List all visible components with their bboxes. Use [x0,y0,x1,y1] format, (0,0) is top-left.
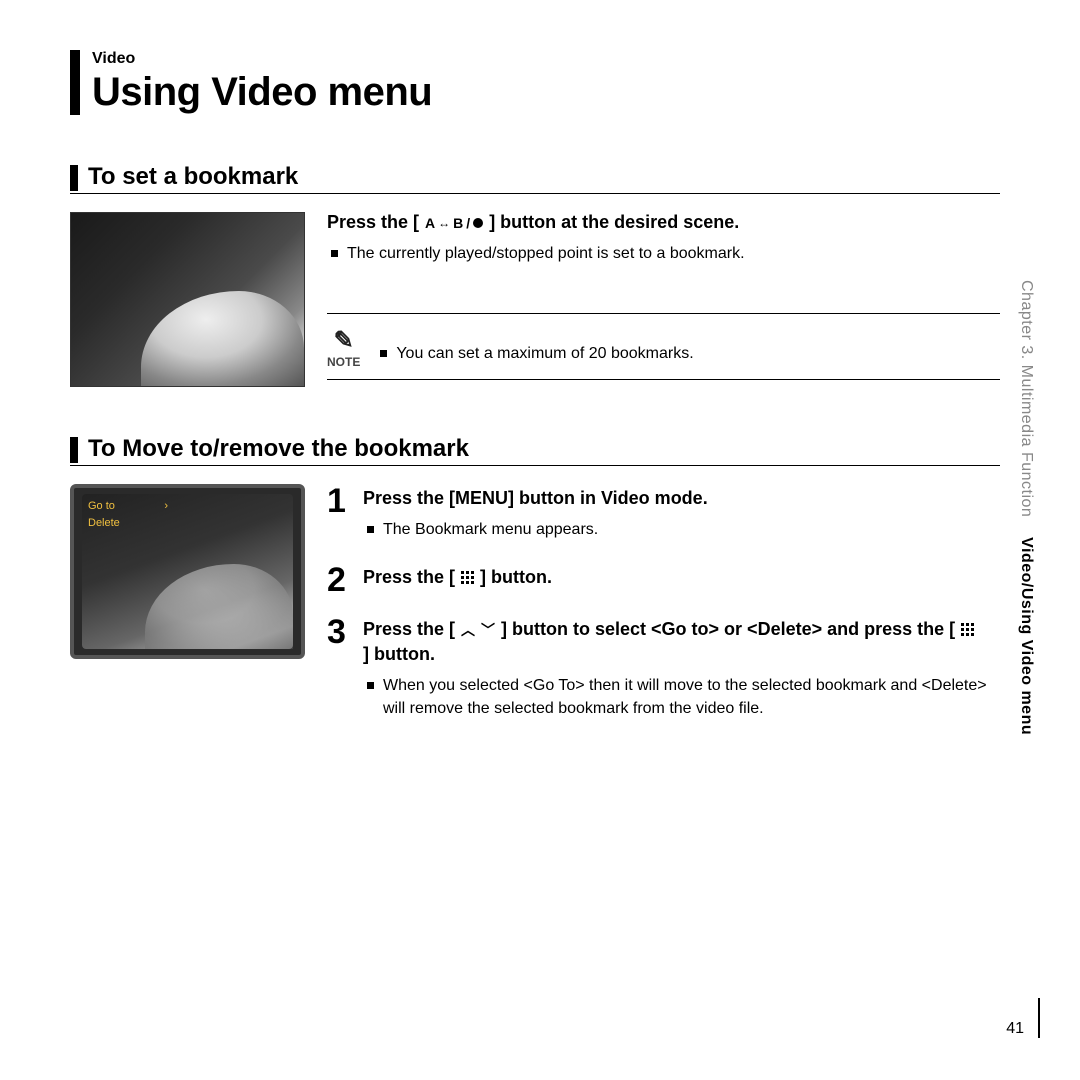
step-3: 3 Press the [ ︿ ﹀ ] button to select <Go… [327,615,1000,724]
instruction-text: Press the [MENU] button in Video mode. [363,488,1000,509]
bookmark-thumbnail [70,212,305,387]
text-fragment: Press the [ [363,619,455,640]
icon-slash: / [466,215,470,231]
step-number: 3 [327,615,351,724]
text-fragment: ] button. [363,644,435,665]
steps-list: 1 Press the [MENU] button in Video mode.… [327,484,1000,742]
chevron-right-icon: › [164,498,168,515]
text-fragment: Press the [ [363,567,455,588]
page-bar [1038,998,1040,1038]
side-tab: Chapter 3. Multimedia Function Video/Usi… [1012,280,1040,920]
menu-goto: Go to [88,498,115,515]
bullet-list: When you selected <Go To> then it will m… [363,675,1000,720]
page-header: Video Using Video menu [70,50,1000,115]
note-box: ✎ NOTE You can set a maximum of 20 bookm… [327,313,1000,380]
text-fragment: ] button at the desired scene. [489,212,739,233]
bullet-item: When you selected <Go To> then it will m… [363,675,1000,720]
pencil-icon: ✎ [334,326,354,355]
note-icon: ✎ NOTE [327,326,360,369]
section-set-bookmark: To set a bookmark Press the [ A ↔ B / ] … [70,163,1000,387]
page-number: 41 [1006,1020,1024,1038]
section-heading: To Move to/remove the bookmark [70,435,1000,466]
current-section-label: Video/Using Video menu [1018,537,1035,735]
chevron-down-icon: ﹀ [481,620,495,640]
bullet-item: The currently played/stopped point is se… [327,243,1000,265]
move-remove-thumbnail: Go to › Delete [70,484,305,659]
instruction-text: Press the [ ] button. [363,567,1000,588]
header-bar [70,50,80,115]
instruction-text: Press the [ ︿ ﹀ ] button to select <Go t… [363,619,1000,665]
section-heading: To set a bookmark [70,163,1000,194]
grid-icon [461,571,474,584]
category-label: Video [92,50,432,68]
grid-icon [961,623,974,636]
note-label: NOTE [327,355,360,369]
bullet-item: The Bookmark menu appears. [363,519,1000,541]
section-bar [70,165,78,191]
section-bar [70,437,78,463]
page-title: Using Video menu [92,70,432,115]
icon-a: A [425,215,435,231]
text-fragment: ] button to select <Go to> or <Delete> a… [501,619,955,640]
arrow-left-icon: ↔ [438,216,450,230]
record-dot-icon [473,218,483,228]
up-down-icon: ︿ ﹀ [461,620,495,640]
menu-delete: Delete [88,515,168,532]
step-1: 1 Press the [MENU] button in Video mode.… [327,484,1000,545]
text-fragment: ] button. [480,567,552,588]
icon-b: B [453,215,463,231]
note-bullet-list: You can set a maximum of 20 bookmarks. [376,343,1000,369]
step-number: 2 [327,563,351,597]
ab-repeat-icon: A ↔ B / [423,215,485,231]
instruction-text: Press the [ A ↔ B / ] button at the desi… [327,212,1000,233]
chevron-up-icon: ︿ [461,620,475,640]
chapter-label: Chapter 3. Multimedia Function [1018,280,1035,517]
thumbnail-menu: Go to › Delete [88,498,168,531]
bullet-item: You can set a maximum of 20 bookmarks. [376,343,1000,365]
step-number: 1 [327,484,351,545]
step-2: 2 Press the [ ] button. [327,563,1000,597]
section-title: To Move to/remove the bookmark [88,435,469,463]
bullet-list: The Bookmark menu appears. [363,519,1000,541]
section-title: To set a bookmark [88,163,298,191]
section-move-remove-bookmark: To Move to/remove the bookmark Go to › D… [70,435,1000,742]
section-content: Press the [ A ↔ B / ] button at the desi… [327,212,1000,387]
bullet-list: The currently played/stopped point is se… [327,243,1000,265]
text-fragment: Press the [ [327,212,419,233]
